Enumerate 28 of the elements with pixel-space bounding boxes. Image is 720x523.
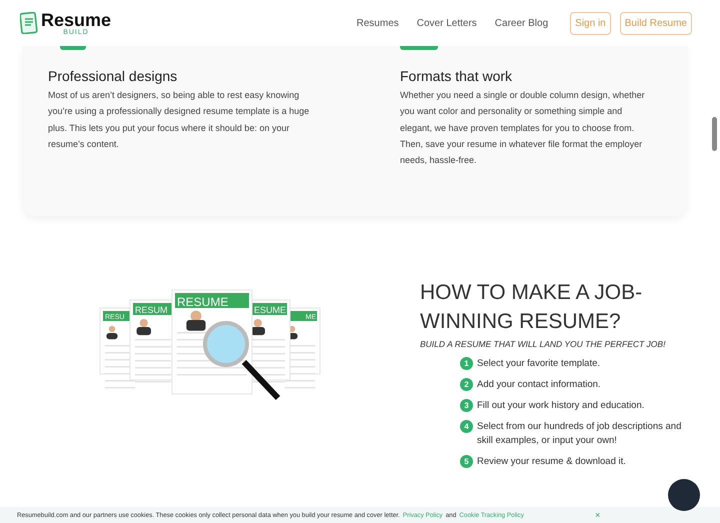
step-number: 2 [460,378,473,391]
feature-title: Professional designs [48,68,178,84]
close-button[interactable]: × [594,510,600,520]
nav-link[interactable]: Resumes [356,18,399,28]
section-title: HOW TO MAKE A JOB-WINNING RESUME? [420,280,644,335]
accent-bar [400,46,438,50]
step-text: Add your contact information. [477,378,602,392]
step-number: 1 [460,357,473,370]
step-text: Fill out your work history and education. [477,399,646,413]
feature-text: Most of us aren’t designers, so being able to rest easy knowing you’re using a professionally designed resume template is a huge plus. This lets you put your focus where it should be: on your resume’s content. [48,89,310,151]
step-number: 4 [460,420,473,433]
feature-title: Formats that work [400,68,514,84]
feature-text: Whether you need a single or double column design, whether you want color and personality or something simple and elegant, we have proven templates for you to choose from. Then, save your resume in whatever file format the employer needs, hassle-free. [400,89,646,168]
step-number: 5 [460,455,473,468]
build-resume-button[interactable]: Build Resume [620,12,692,34]
chat-button[interactable] [668,479,700,511]
step-text: Select from our hundreds of job descriptions and skill examples, or input your own! [477,420,682,448]
step-text: Review your resume & download it. [477,455,627,469]
nav-link[interactable]: Cover Letters [416,18,477,28]
accent-bar [60,46,86,50]
sign-in-button[interactable]: Sign in [570,12,611,34]
logo-title[interactable]: Resume [41,10,112,28]
nav-link[interactable]: Career Blog [494,18,548,28]
step-number: 3 [460,399,473,412]
scrollbar-thumb[interactable] [712,117,717,151]
document-icon [20,12,38,34]
step-text: Select your favorite template. [477,357,602,371]
section-subtitle: BUILD A RESUME THAT WILL LAND YOU THE PERFECT JOB! [420,339,666,349]
